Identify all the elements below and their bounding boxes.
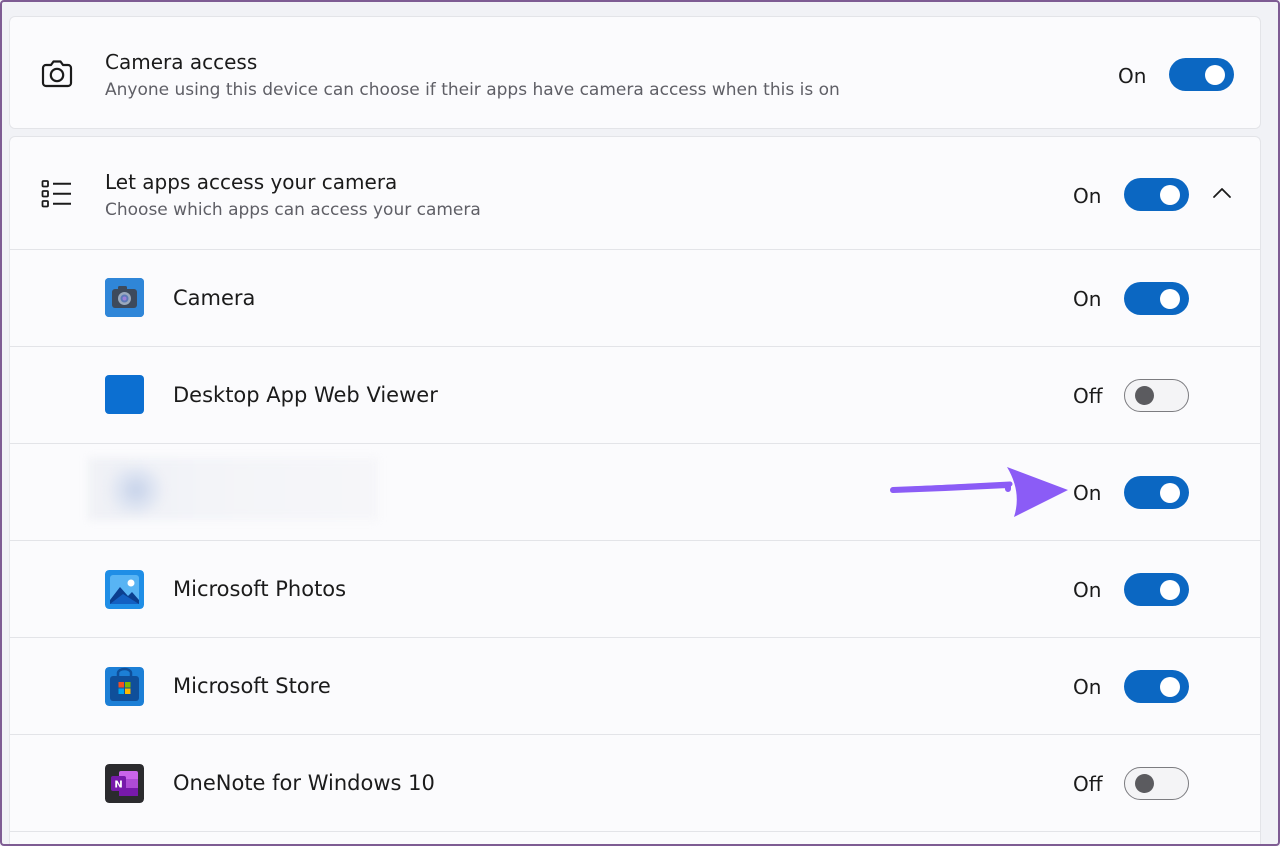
let-apps-access-header[interactable]: Let apps access your camera Choose which…	[10, 137, 1260, 249]
web-viewer-app-icon	[105, 375, 144, 414]
app-state: On	[1073, 287, 1102, 311]
app-name: OneNote for Windows 10	[173, 771, 435, 795]
blurred-app-toggle[interactable]	[1124, 476, 1189, 509]
app-state: Off	[1073, 384, 1103, 408]
app-name: Desktop App Web Viewer	[173, 383, 438, 407]
let-apps-subtitle: Choose which apps can access your camera	[105, 200, 481, 220]
camera-access-toggle[interactable]	[1169, 58, 1234, 91]
desktop-web-viewer-toggle[interactable]	[1124, 379, 1189, 412]
microsoft-store-toggle[interactable]	[1124, 670, 1189, 703]
let-apps-access-card: Let apps access your camera Choose which…	[9, 136, 1261, 844]
divider	[10, 831, 1260, 832]
toggle-knob	[1160, 184, 1180, 205]
camera-access-title: Camera access	[105, 50, 258, 74]
app-name: Microsoft Store	[173, 674, 331, 698]
camera-access-state: On	[1118, 64, 1147, 88]
camera-icon	[41, 60, 73, 88]
list-icon	[41, 180, 71, 208]
let-apps-title: Let apps access your camera	[105, 170, 398, 194]
toggle-knob	[1205, 64, 1225, 85]
app-row-desktop-web-viewer: Desktop App Web Viewer Off	[10, 347, 1260, 443]
photos-app-icon	[105, 570, 144, 609]
onenote-app-icon: N	[105, 764, 144, 803]
camera-access-subtitle: Anyone using this device can choose if t…	[105, 80, 840, 100]
app-row-blurred: On	[10, 444, 1260, 540]
toggle-knob	[1160, 482, 1180, 503]
annotation-arrow-icon	[890, 467, 1068, 517]
toggle-knob	[1135, 774, 1154, 793]
app-state: On	[1073, 675, 1102, 699]
svg-text:N: N	[114, 780, 122, 791]
app-name: Microsoft Photos	[173, 577, 347, 601]
app-row-microsoft-store: Microsoft Store On	[10, 638, 1260, 734]
app-row-onenote: N OneNote for Windows 10 Off	[10, 735, 1260, 831]
app-state: On	[1073, 578, 1102, 602]
onenote-toggle[interactable]	[1124, 767, 1189, 800]
toggle-knob	[1160, 579, 1180, 600]
blurred-app-icon	[105, 466, 167, 514]
camera-access-card: Camera access Anyone using this device c…	[9, 16, 1261, 129]
app-name: Camera	[173, 286, 256, 310]
camera-app-toggle[interactable]	[1124, 282, 1189, 315]
store-app-icon	[105, 667, 144, 706]
toggle-knob	[1135, 386, 1154, 405]
toggle-knob	[1160, 288, 1180, 309]
camera-app-icon	[105, 278, 144, 317]
settings-window: Camera access Anyone using this device c…	[0, 0, 1280, 846]
microsoft-photos-toggle[interactable]	[1124, 573, 1189, 606]
toggle-knob	[1160, 676, 1180, 697]
chevron-up-icon[interactable]	[1212, 186, 1232, 200]
app-state: Off	[1073, 772, 1103, 796]
app-state: On	[1073, 481, 1102, 505]
app-row-camera: Camera On	[10, 250, 1260, 346]
let-apps-state: On	[1073, 184, 1102, 208]
let-apps-toggle[interactable]	[1124, 178, 1189, 211]
app-row-microsoft-photos: Microsoft Photos On	[10, 541, 1260, 637]
